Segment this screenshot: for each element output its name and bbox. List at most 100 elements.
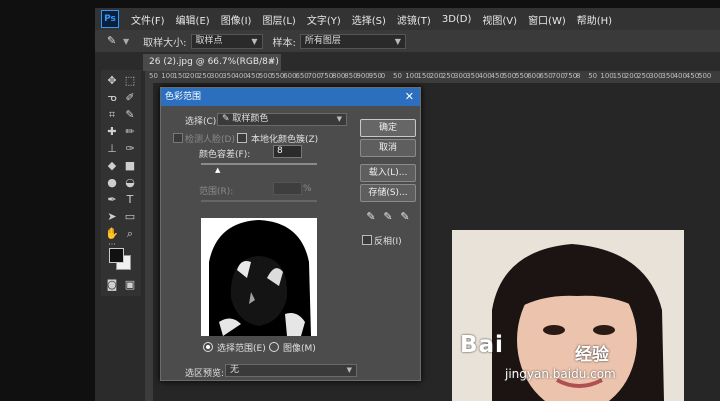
chevron-down-icon: ▼ xyxy=(394,36,401,46)
sample-label: 样本: xyxy=(272,37,296,49)
ruler-tick-label: 0 xyxy=(380,72,386,80)
dodge-tool-icon[interactable]: ◒ xyxy=(123,176,137,190)
menu-edit[interactable]: 编辑(E) xyxy=(176,12,210,27)
fuzziness-label: 颜色容差(F): xyxy=(199,150,251,160)
detect-faces-label: 检测人脸(D) xyxy=(185,135,235,145)
shape-tool-icon[interactable]: ▭ xyxy=(123,210,137,224)
ruler-tick-label: 50 xyxy=(393,72,402,80)
detect-faces-checkbox[interactable] xyxy=(173,133,183,143)
menu-bar: Ps 文件(F) 编辑(E) 图像(I) 图层(L) 文字(Y) 选择(S) 滤… xyxy=(95,8,720,30)
selection-preview-image xyxy=(201,218,317,336)
menu-filter[interactable]: 滤镜(T) xyxy=(397,12,431,27)
foreground-color-swatch[interactable] xyxy=(109,248,124,263)
preview-mode-dropdown[interactable]: 无 ▼ xyxy=(225,364,357,377)
range-slider[interactable] xyxy=(201,200,317,202)
close-icon[interactable]: ✕ xyxy=(405,88,414,106)
ruler-tick-label: 50 xyxy=(588,72,598,80)
menu-window[interactable]: 窗口(W) xyxy=(528,12,566,27)
range-label: 范围(R): xyxy=(199,187,234,197)
lasso-tool-icon[interactable]: ᓀ xyxy=(105,91,119,105)
load-button[interactable]: 载入(L)... xyxy=(360,164,416,182)
chevron-down-icon: ▼ xyxy=(251,36,258,46)
eyedropper-add-icon[interactable]: ✎ xyxy=(381,210,395,224)
fuzziness-slider-thumb[interactable]: ▲ xyxy=(215,167,222,174)
history-brush-icon[interactable]: ✑ xyxy=(123,142,137,156)
select-dropdown[interactable]: ✎ 取样颜色 ▼ xyxy=(217,113,347,126)
quick-select-tool-icon[interactable]: ✐ xyxy=(123,91,137,105)
fuzziness-input[interactable]: 8 xyxy=(273,145,302,158)
menu-type[interactable]: 文字(Y) xyxy=(307,12,341,27)
menu-3d[interactable]: 3D(D) xyxy=(442,14,472,25)
dialog-titlebar[interactable]: 色彩范围 ✕ xyxy=(161,88,420,106)
close-icon[interactable]: × xyxy=(267,54,275,71)
image-radio[interactable] xyxy=(269,342,279,352)
selection-radio[interactable] xyxy=(203,342,213,352)
fuzziness-slider[interactable] xyxy=(201,163,317,165)
document-tab[interactable]: 26 (2).jpg @ 66.7%(RGB/8#) * × xyxy=(143,54,281,84)
menu-view[interactable]: 视图(V) xyxy=(482,12,517,27)
save-button[interactable]: 存储(S)... xyxy=(360,184,416,202)
image-radio-label: 图像(M) xyxy=(283,344,316,354)
gradient-tool-icon[interactable]: ■ xyxy=(123,159,137,173)
localized-color-checkbox[interactable] xyxy=(237,133,247,143)
color-range-dialog: 色彩范围 ✕ 选择(C): ✎ 取样颜色 ▼ 检测人脸(D) 本地化颜色簇(Z)… xyxy=(160,87,421,381)
ok-button[interactable]: 确定 xyxy=(360,119,416,137)
sample-size-label: 取样大小: xyxy=(143,37,187,49)
watermark-url: jingyan.baidu.com xyxy=(505,367,616,381)
preview-mode-label: 选区预览: xyxy=(185,369,225,379)
eyedropper-icon[interactable]: ✎ xyxy=(364,210,378,224)
vertical-ruler xyxy=(145,83,153,401)
range-unit: % xyxy=(303,184,312,194)
chevron-down-icon: ▼ xyxy=(336,115,342,123)
select-label: 选择(C): xyxy=(185,117,220,127)
range-input[interactable] xyxy=(273,182,302,195)
preview-mode-value: 无 xyxy=(230,365,240,375)
crop-tool-icon[interactable]: ⌗ xyxy=(105,108,119,122)
brush-tool-icon[interactable]: ✏ xyxy=(123,125,137,139)
ruler-tick-label: 50 xyxy=(149,72,158,80)
eyedropper-tool-icon[interactable]: ✎ xyxy=(123,108,137,122)
path-select-icon[interactable]: ➤ xyxy=(105,210,119,224)
screen-mode-icon[interactable]: ▣ xyxy=(123,278,137,292)
selection-radio-label: 选择范围(E) xyxy=(217,344,266,354)
stamp-tool-icon[interactable]: ⊥ xyxy=(105,142,119,156)
menu-file[interactable]: 文件(F) xyxy=(131,12,165,27)
options-bar: ✎ ▼ 取样大小: 取样点 ▼ 样本: 所有图层 ▼ xyxy=(95,30,720,52)
menu-layer[interactable]: 图层(L) xyxy=(262,12,295,27)
cancel-button[interactable]: 取消 xyxy=(360,139,416,157)
watermark-bai: Bai xyxy=(460,332,504,358)
move-tool-icon[interactable]: ✥ xyxy=(105,74,119,88)
ruler-tick-label: 8 xyxy=(576,72,581,80)
sample-size-value: 取样点 xyxy=(195,35,223,46)
app-logo: Ps xyxy=(101,10,119,28)
watermark-jingyan: 经验 xyxy=(575,345,609,365)
menu-image[interactable]: 图像(I) xyxy=(221,12,252,27)
chevron-down-icon: ▼ xyxy=(346,366,352,374)
menu-help[interactable]: 帮助(H) xyxy=(577,12,612,27)
sample-value: 所有图层 xyxy=(304,35,341,46)
eraser-tool-icon[interactable]: ◆ xyxy=(105,159,119,173)
dialog-title: 色彩范围 xyxy=(165,92,202,102)
chevron-down-icon[interactable]: ▼ xyxy=(123,37,129,46)
select-value: 取样颜色 xyxy=(232,114,269,124)
localized-color-label: 本地化颜色簇(Z) xyxy=(251,135,319,145)
eyedropper-icon: ✎ xyxy=(222,114,233,124)
menu-select[interactable]: 选择(S) xyxy=(352,12,386,27)
type-tool-icon[interactable]: T xyxy=(123,193,137,207)
marquee-tool-icon[interactable]: ⬚ xyxy=(123,74,137,88)
eyedropper-subtract-icon[interactable]: ✎ xyxy=(398,210,412,224)
sample-select[interactable]: 所有图层 ▼ xyxy=(299,33,406,49)
zoom-tool-icon[interactable]: ⌕ xyxy=(123,227,137,241)
tools-panel: ✥ ⬚ ᓀ ✐ ⌗ ✎ ✚ ✏ ⊥ ✑ ◆ ■ ● ◒ ✒ T ➤ ▭ ✋ ⌕ … xyxy=(101,70,141,296)
quick-mask-icon[interactable]: ◙ xyxy=(105,278,119,292)
pen-tool-icon[interactable]: ✒ xyxy=(105,193,119,207)
invert-label: 反相(I) xyxy=(374,237,402,247)
healing-tool-icon[interactable]: ✚ xyxy=(105,125,119,139)
ruler-tick-label: 500 xyxy=(698,72,712,80)
invert-checkbox[interactable] xyxy=(362,235,372,245)
eyedropper-icon[interactable]: ✎ xyxy=(107,34,123,48)
sample-size-select[interactable]: 取样点 ▼ xyxy=(190,33,263,49)
horizontal-ruler: 50 100 150 200 250 300 350 400 450 500 550 600 650 70… xyxy=(145,71,720,83)
selection-preview[interactable] xyxy=(201,218,317,336)
blur-tool-icon[interactable]: ● xyxy=(105,176,119,190)
